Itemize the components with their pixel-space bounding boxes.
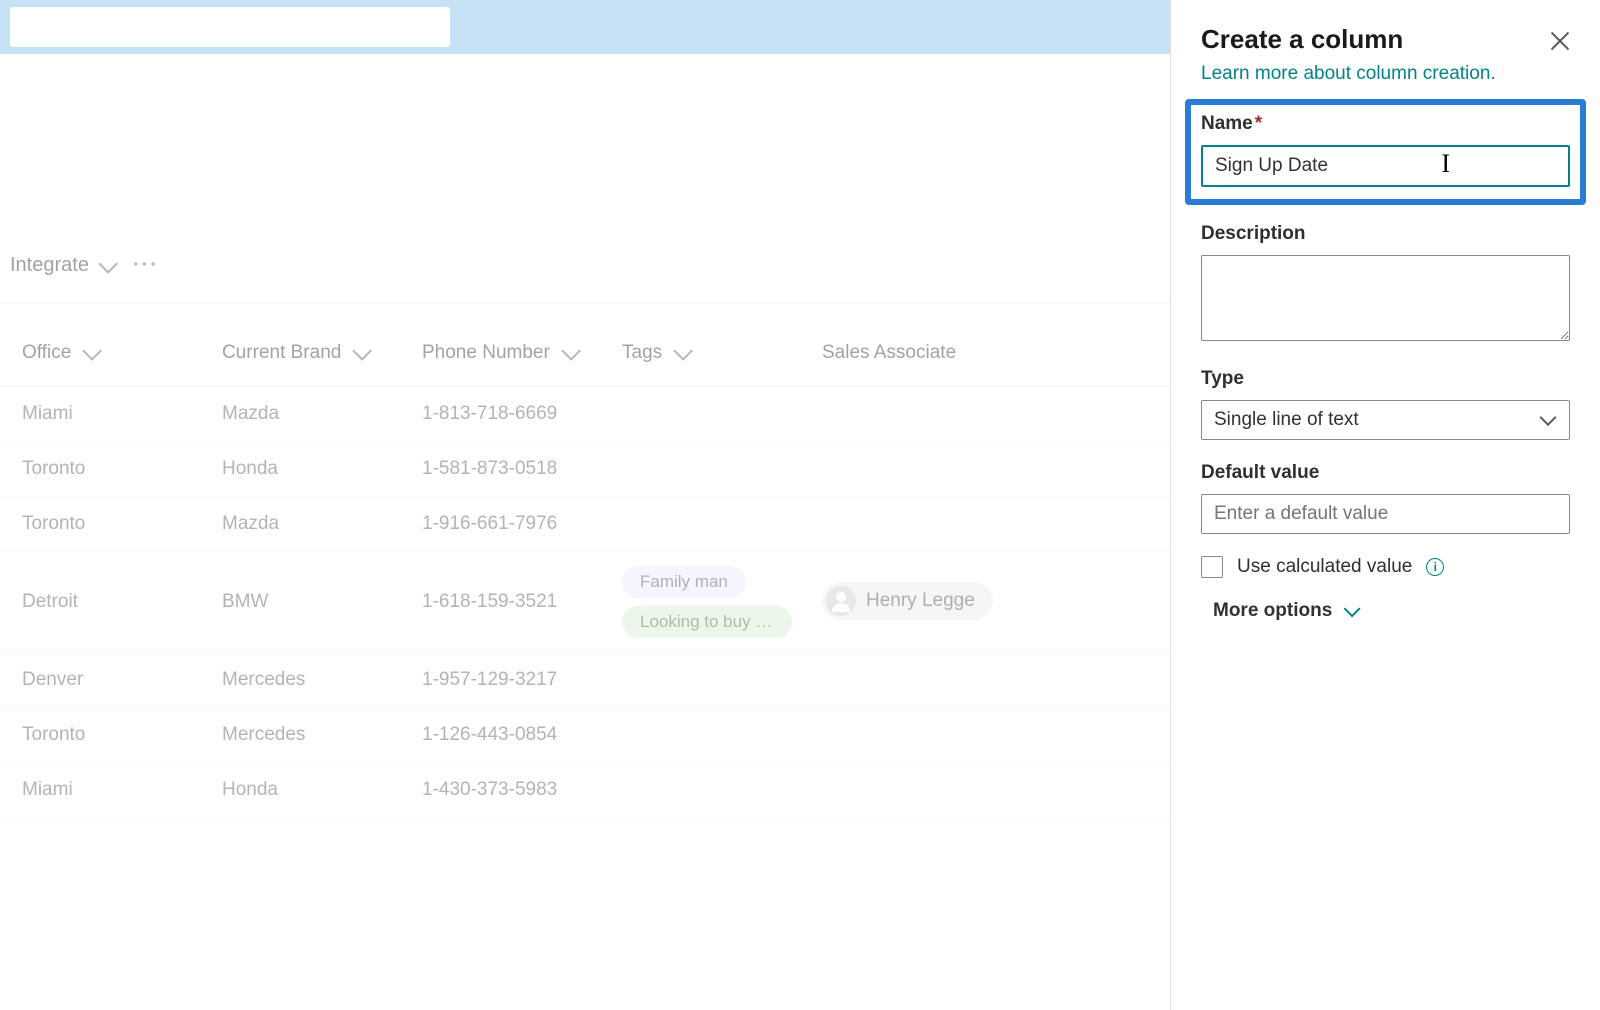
cell-phone: 1-813-718-6669 (422, 403, 622, 425)
chevron-down-icon (98, 253, 118, 273)
close-icon[interactable] (1550, 31, 1570, 51)
integrate-label: Integrate (10, 254, 89, 277)
person-name: Henry Legge (866, 590, 975, 612)
cell-office: Toronto (22, 458, 222, 480)
column-header-brand[interactable]: Current Brand (222, 342, 422, 364)
cell-office: Toronto (22, 724, 222, 746)
chevron-down-icon (1344, 600, 1361, 617)
info-icon[interactable]: i (1426, 558, 1444, 576)
cell-brand: Honda (222, 458, 422, 480)
name-label: Name* (1201, 113, 1570, 135)
avatar-icon (826, 586, 856, 616)
description-label: Description (1201, 223, 1570, 245)
cell-office: Denver (22, 669, 222, 691)
cell-phone: 1-916-661-7976 (422, 513, 622, 535)
use-calculated-checkbox[interactable] (1201, 556, 1223, 578)
cell-office: Miami (22, 403, 222, 425)
more-options-toggle[interactable]: More options (1213, 600, 1356, 622)
use-calculated-label: Use calculated value (1237, 556, 1412, 578)
person-chip[interactable]: Henry Legge (822, 582, 993, 620)
column-name-input[interactable] (1201, 145, 1570, 187)
cell-brand: Mazda (222, 403, 422, 425)
cell-sales: Henry Legge (822, 582, 1022, 622)
chevron-down-icon (353, 341, 373, 361)
tag-pill[interactable]: Looking to buy s... (622, 606, 792, 638)
cell-brand: Mercedes (222, 669, 422, 691)
cell-phone: 1-618-159-3521 (422, 591, 622, 613)
default-value-label: Default value (1201, 462, 1570, 484)
column-header-sales[interactable]: Sales Associate (822, 342, 1022, 364)
create-column-panel: Create a column Learn more about column … (1170, 0, 1600, 1010)
chevron-down-icon (673, 341, 693, 361)
cell-phone: 1-581-873-0518 (422, 458, 622, 480)
column-header-tags[interactable]: Tags (622, 342, 822, 364)
cell-office: Toronto (22, 513, 222, 535)
description-input[interactable] (1201, 255, 1570, 341)
type-select[interactable]: Single line of text (1201, 400, 1570, 440)
cell-brand: Mazda (222, 513, 422, 535)
learn-more-link[interactable]: Learn more about column creation. (1201, 63, 1496, 85)
default-value-input[interactable] (1201, 494, 1570, 534)
more-actions-button[interactable]: ··· (133, 254, 159, 277)
tag-pill[interactable]: Family man (622, 566, 746, 598)
search-input[interactable] (10, 7, 450, 47)
cell-tags: Family man Looking to buy s... (622, 566, 822, 638)
panel-title: Create a column (1201, 24, 1403, 55)
name-field-highlight: Name* I (1185, 99, 1586, 205)
cell-phone: 1-126-443-0854 (422, 724, 622, 746)
column-header-phone[interactable]: Phone Number (422, 342, 622, 364)
chevron-down-icon (561, 341, 581, 361)
cell-brand: Mercedes (222, 724, 422, 746)
cell-phone: 1-430-373-5983 (422, 779, 622, 801)
integrate-menu[interactable]: Integrate (10, 254, 113, 277)
chevron-down-icon (83, 341, 103, 361)
type-label: Type (1201, 368, 1570, 390)
cell-brand: BMW (222, 591, 422, 613)
cell-office: Miami (22, 779, 222, 801)
column-header-office[interactable]: Office (22, 342, 222, 364)
cell-brand: Honda (222, 779, 422, 801)
cell-phone: 1-957-129-3217 (422, 669, 622, 691)
cell-office: Detroit (22, 591, 222, 613)
